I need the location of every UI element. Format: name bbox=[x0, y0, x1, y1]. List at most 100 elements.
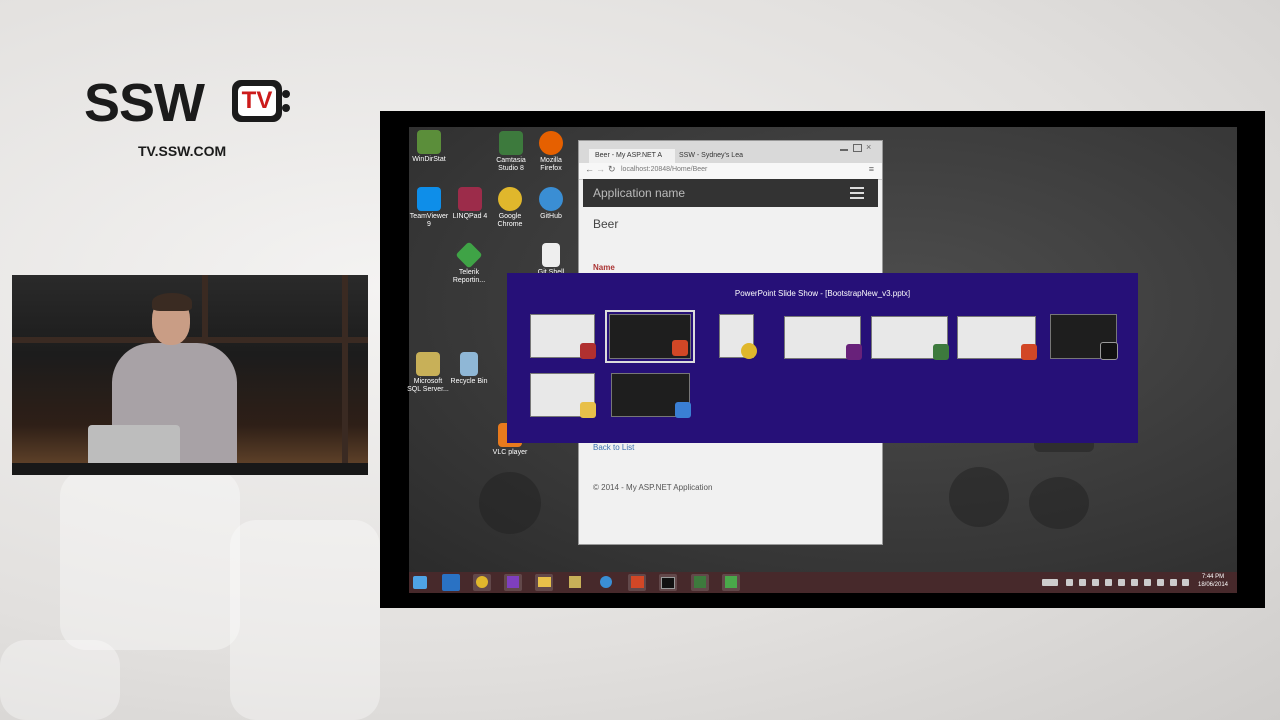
desktop-icon-label: TeamViewer 9 bbox=[409, 213, 449, 228]
desktop-icon-git-shell[interactable]: Git Shell bbox=[529, 243, 573, 277]
desktop-icon-chrome[interactable]: Google Chrome bbox=[488, 187, 532, 229]
desktop-icon-label: Google Chrome bbox=[497, 213, 523, 228]
menu-icon[interactable]: ≡ bbox=[869, 164, 874, 174]
powerpoint-icon bbox=[1021, 344, 1037, 360]
tray-icon[interactable] bbox=[1118, 579, 1125, 586]
ssw-tv-logo: SSW TV bbox=[84, 73, 294, 133]
reload-icon[interactable]: ↻ bbox=[608, 164, 616, 175]
logo-tv-text: TV bbox=[238, 86, 276, 116]
window-thumbnail[interactable] bbox=[719, 314, 757, 359]
outlook-icon[interactable] bbox=[442, 574, 460, 591]
field-label-name: Name bbox=[593, 263, 615, 272]
page-footer: © 2014 - My ASP.NET Application bbox=[593, 483, 713, 492]
taskbar-tools-button[interactable] bbox=[566, 574, 584, 591]
close-icon[interactable]: × bbox=[866, 143, 871, 152]
back-to-list-link[interactable]: Back to List bbox=[593, 443, 634, 452]
desktop-icon-label: Recycle Bin bbox=[450, 378, 488, 385]
desktop-icon-label: WinDirStat bbox=[412, 156, 446, 163]
desktop-icon-sql-server[interactable]: Microsoft SQL Server... bbox=[406, 352, 450, 394]
window-thumbnail[interactable] bbox=[611, 373, 691, 418]
windows-start-icon[interactable] bbox=[413, 576, 427, 589]
desktop-icon-linqpad[interactable]: LINQPad 4 bbox=[448, 187, 492, 221]
alt-tab-switcher: PowerPoint Slide Show - [BootstrapNew_v3… bbox=[507, 273, 1138, 443]
window-controls: × bbox=[840, 143, 874, 152]
desktop-icon-windirstat[interactable]: WinDirStat bbox=[407, 130, 451, 164]
table bbox=[12, 463, 368, 475]
window-thumbnail[interactable] bbox=[1050, 314, 1118, 360]
taskbar-camtasia-button[interactable] bbox=[691, 574, 709, 591]
powerpoint-icon bbox=[630, 576, 644, 588]
taskbar-powerpoint-button[interactable] bbox=[628, 574, 646, 591]
telerik-icon bbox=[455, 241, 483, 269]
minimize-icon[interactable] bbox=[840, 149, 848, 151]
desktop-icon-teamviewer[interactable]: TeamViewer 9 bbox=[407, 187, 451, 229]
hamburger-icon[interactable] bbox=[850, 187, 864, 202]
clock-time: 7:44 PM bbox=[1201, 574, 1225, 580]
clock-date: 18/06/2014 bbox=[1197, 582, 1229, 588]
database-icon[interactable] bbox=[1105, 579, 1112, 586]
url-field[interactable]: localhost:20848/Home/Beer bbox=[621, 166, 707, 173]
console-icon bbox=[1100, 342, 1118, 360]
github-icon bbox=[600, 576, 612, 588]
tv-knob-icon bbox=[282, 104, 290, 112]
tray-icon[interactable] bbox=[1144, 579, 1151, 586]
browser-tab-ssw[interactable]: SSW - Sydney's Lea bbox=[673, 149, 759, 163]
question-icon bbox=[949, 467, 1009, 527]
back-arrow-icon[interactable]: ← bbox=[585, 164, 594, 174]
presenter-camera-feed bbox=[12, 275, 368, 475]
bug-icon bbox=[1029, 477, 1089, 529]
tray-icon[interactable] bbox=[1079, 579, 1086, 586]
window-thumbnail[interactable] bbox=[957, 316, 1037, 360]
globe-icon bbox=[479, 472, 541, 534]
window-thumbnail[interactable] bbox=[530, 314, 596, 359]
desktop-icon-label: VLC player bbox=[492, 449, 528, 456]
puzzle-watermark bbox=[230, 520, 380, 720]
tray-icon[interactable] bbox=[1131, 579, 1138, 586]
forward-arrow-icon[interactable]: → bbox=[596, 164, 605, 174]
network-icon[interactable] bbox=[1157, 579, 1164, 586]
desktop-icon-label: Mozilla Firefox bbox=[540, 157, 562, 172]
desktop-icon-firefox[interactable]: Mozilla Firefox bbox=[529, 131, 573, 173]
switcher-title: PowerPoint Slide Show - [BootstrapNew_v3… bbox=[734, 289, 911, 298]
app-name-link[interactable]: Application name bbox=[593, 186, 685, 200]
tv-icon: TV bbox=[232, 80, 290, 122]
taskbar-console-button[interactable] bbox=[659, 574, 677, 591]
taskbar-explorer-button[interactable] bbox=[535, 574, 553, 591]
taskbar-chrome-button[interactable] bbox=[473, 574, 491, 591]
folder-icon bbox=[537, 577, 551, 587]
desktop-icon-label: GitHub bbox=[540, 213, 562, 220]
site-url: TV.SSW.COM bbox=[138, 143, 227, 159]
tree-icon bbox=[417, 130, 441, 154]
powerpoint-icon bbox=[672, 340, 688, 356]
folder-icon bbox=[580, 402, 596, 418]
desktop-icon-label: Camtasia Studio 8 bbox=[496, 157, 526, 172]
taskbar-clock[interactable]: 7:44 PM 18/06/2014 bbox=[1193, 573, 1233, 589]
tray-icon[interactable] bbox=[1066, 579, 1073, 586]
logo-ssw-text: SSW bbox=[84, 73, 205, 133]
taskbar-visual-studio-button[interactable] bbox=[504, 574, 522, 591]
volume-icon[interactable] bbox=[1182, 579, 1189, 586]
window-thumbnail[interactable] bbox=[530, 373, 596, 418]
desktop-icon-github[interactable]: GitHub bbox=[529, 187, 573, 221]
flag-icon[interactable] bbox=[1170, 579, 1177, 586]
window-thumbnail[interactable] bbox=[784, 316, 862, 360]
presenter-hair bbox=[152, 293, 192, 311]
tv-knob-icon bbox=[282, 90, 290, 98]
maximize-icon[interactable] bbox=[853, 144, 862, 152]
desktop-icon-label: Telerik Reportin... bbox=[452, 269, 486, 284]
desktop-icon-telerik[interactable]: Telerik Reportin... bbox=[447, 241, 491, 285]
desktop-icon-recycle-bin[interactable]: Recycle Bin bbox=[447, 352, 491, 386]
window-thumbnail[interactable] bbox=[871, 316, 949, 360]
chrome-icon bbox=[741, 343, 757, 359]
browser-tab-beer[interactable]: Beer - My ASP.NET A bbox=[589, 149, 675, 163]
keyboard-icon[interactable] bbox=[1042, 579, 1058, 586]
address-bar: ← → ↻ localhost:20848/Home/Beer ≡ bbox=[579, 163, 882, 180]
chrome-icon bbox=[476, 576, 488, 588]
window-thumbnail-selected[interactable] bbox=[605, 310, 695, 363]
taskbar-recorder-button[interactable] bbox=[722, 574, 740, 591]
tray-icon[interactable] bbox=[1092, 579, 1099, 586]
sql-server-icon bbox=[416, 352, 440, 376]
taskbar-github-button[interactable] bbox=[597, 574, 615, 591]
puzzle-watermark bbox=[60, 470, 240, 650]
desktop-icon-camtasia[interactable]: Camtasia Studio 8 bbox=[489, 131, 533, 173]
